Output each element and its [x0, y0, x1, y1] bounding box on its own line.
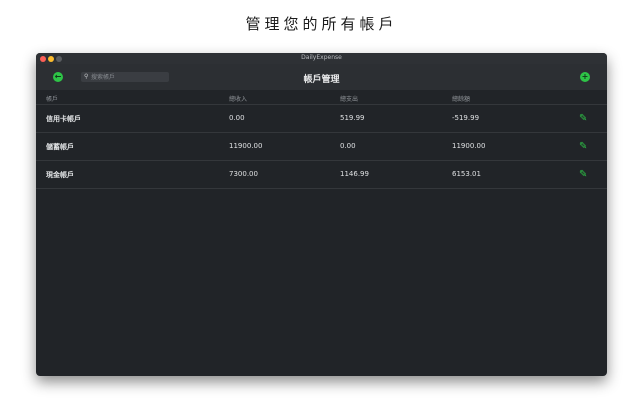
table-row[interactable]: 信用卡帳戶 0.00 519.99 -519.99 ✎ [36, 105, 607, 133]
account-balance: 6153.01 [452, 170, 481, 178]
account-expense: 1146.99 [340, 170, 369, 178]
app-window: DailyExpense ← ⚲ 帳戶管理 + 帳戶 總收入 總支出 總餘額 信… [36, 53, 607, 376]
account-name: 現金帳戶 [46, 171, 74, 179]
add-account-button[interactable]: + [580, 72, 590, 82]
window-titlebar: DailyExpense [36, 53, 607, 64]
account-income: 11900.00 [229, 142, 263, 150]
column-header-account: 帳戶 [46, 96, 59, 103]
account-balance: -519.99 [452, 114, 480, 122]
table-row[interactable]: 現金帳戶 7300.00 1146.99 6153.01 ✎ [36, 161, 607, 189]
promo-headline: 管理您的所有帳戶 [245, 15, 398, 33]
column-header-balance: 總餘額 [452, 96, 471, 103]
table-header: 帳戶 總收入 總支出 總餘額 [36, 90, 607, 105]
account-name: 儲蓄帳戶 [46, 143, 74, 151]
pencil-icon[interactable]: ✎ [579, 169, 587, 180]
account-income: 0.00 [229, 114, 245, 122]
column-header-income: 總收入 [229, 96, 248, 103]
account-income: 7300.00 [229, 170, 258, 178]
account-expense: 519.99 [340, 114, 365, 122]
account-balance: 11900.00 [452, 142, 486, 150]
column-header-expense: 總支出 [340, 96, 359, 103]
plus-icon: + [581, 72, 589, 81]
account-name: 信用卡帳戶 [46, 115, 81, 123]
page-title: 帳戶管理 [303, 75, 340, 85]
table-row[interactable]: 儲蓄帳戶 11900.00 0.00 11900.00 ✎ [36, 133, 607, 161]
navigation-bar: ← ⚲ 帳戶管理 + [36, 64, 607, 90]
account-expense: 0.00 [340, 142, 356, 150]
pencil-icon[interactable]: ✎ [579, 113, 587, 124]
window-title: DailyExpense [301, 54, 342, 61]
pencil-icon[interactable]: ✎ [579, 141, 587, 152]
